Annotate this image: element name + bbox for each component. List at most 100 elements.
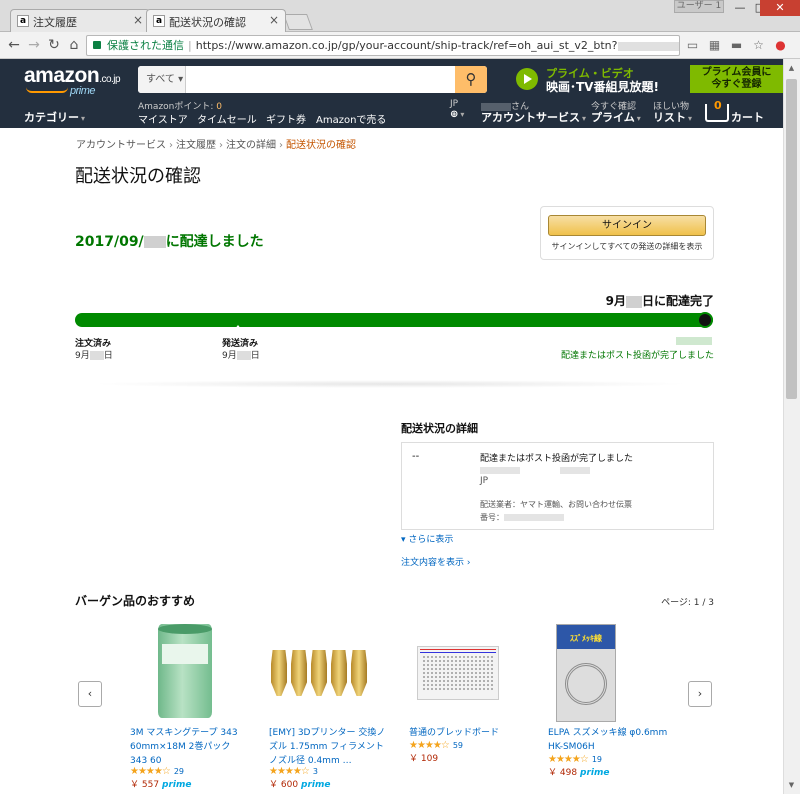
- redacted-day: [236, 351, 251, 360]
- extension-icon[interactable]: ▬: [730, 39, 743, 52]
- show-more-link[interactable]: ▾ さらに表示: [401, 532, 453, 545]
- cast-icon[interactable]: ▭: [686, 39, 699, 52]
- delivery-eta: 9月 日に配達完了: [606, 292, 714, 309]
- account-services-menu[interactable]: アカウントサービス ▾: [481, 109, 586, 125]
- back-icon[interactable]: ←: [6, 37, 22, 53]
- nozzle-image: [351, 650, 367, 696]
- category-menu[interactable]: カテゴリー ▾: [24, 109, 85, 125]
- star-icon[interactable]: ☆: [752, 39, 765, 52]
- nav-time-sale[interactable]: タイムセール: [197, 111, 257, 126]
- tab-order-history[interactable]: a 注文履歴 ×: [10, 9, 150, 32]
- wishlist-menu[interactable]: リスト ▾: [653, 109, 692, 125]
- reload-icon[interactable]: ↻: [46, 37, 62, 53]
- signin-button[interactable]: サインイン: [548, 215, 706, 236]
- breadcrumb-account-services[interactable]: アカウントサービス: [76, 140, 166, 151]
- search-category-select[interactable]: すべて ▾: [138, 66, 186, 93]
- scrollbar-thumb[interactable]: [786, 79, 797, 399]
- masking-tape-image: [158, 624, 212, 718]
- breadcrumb-current: 配送状況の確認: [286, 140, 356, 151]
- product-image[interactable]: [269, 620, 379, 720]
- product-image[interactable]: [409, 620, 519, 720]
- home-icon[interactable]: ⌂: [66, 37, 82, 53]
- view-order-link[interactable]: 注文内容を表示 ›: [401, 555, 470, 568]
- delivery-date-prefix: 2017/09/: [75, 234, 144, 250]
- globe-icon[interactable]: ⊕ ▾: [450, 109, 464, 120]
- nav-sell[interactable]: Amazonで売る: [316, 111, 386, 126]
- section-divider: [90, 380, 690, 388]
- product-card[interactable]: [EMY] 3Dプリンター 交換ノズル 1.75mm フィラメント ノズル径 0…: [269, 620, 389, 790]
- star-rating-icon: ★★★★☆: [409, 740, 450, 751]
- signin-note: サインインしてすべての発送の詳細を表示: [551, 242, 703, 251]
- step-ordered-date: 9月 日: [75, 348, 113, 361]
- secure-label: 保護された通信: [107, 39, 184, 52]
- tracking-details-title: 配送状況の詳細: [401, 422, 478, 435]
- adblock-icon[interactable]: ●: [774, 39, 787, 52]
- price-value: ￥ 498: [548, 768, 578, 778]
- redacted-day: [143, 236, 166, 248]
- shipped-marker-icon: [234, 325, 242, 330]
- search-input[interactable]: [188, 66, 453, 93]
- browser-toolbar: ← → ↻ ⌂ 保護された通信 | https://www.amazon.co.jp…: [0, 32, 800, 59]
- recommendations-title: バーゲン品のおすすめ: [75, 594, 196, 608]
- lock-icon: [93, 41, 101, 49]
- search-icon[interactable]: ⚲: [455, 66, 487, 93]
- extension-icon[interactable]: ▦: [708, 39, 721, 52]
- category-menu-label: カテゴリー: [24, 111, 79, 124]
- wishlist-menu-label: リスト: [653, 111, 686, 124]
- nozzle-image: [311, 650, 327, 696]
- price-value: ￥ 600: [269, 780, 299, 790]
- prime-video-banner[interactable]: プライム・ビデオ 映画･TV番組見放題! プライム会員に 今すぐ登録: [516, 65, 783, 95]
- scroll-down-icon[interactable]: ▼: [783, 777, 800, 794]
- prime-menu-label: プライム: [591, 111, 635, 124]
- show-more-label: さらに表示: [408, 535, 454, 545]
- product-price: ￥ 600 prime: [269, 777, 389, 790]
- window-close-icon[interactable]: ✕: [760, 0, 800, 16]
- close-tab-icon[interactable]: ×: [133, 13, 143, 27]
- prime-cta-line: 今すぐ登録: [711, 79, 762, 90]
- breadcrumb-order-details[interactable]: 注文の詳細: [226, 140, 276, 151]
- nav-gift-card[interactable]: ギフト券: [266, 111, 306, 126]
- product-rating[interactable]: ★★★★☆ 29: [130, 766, 250, 777]
- product-card[interactable]: 普通のブレッドボード ★★★★☆ 59 ￥ 109: [409, 620, 529, 764]
- event-country: JP: [480, 476, 489, 486]
- prime-video-tagline: 映画･TV番組見放題!: [546, 80, 659, 94]
- amazon-logo[interactable]: amazon.co.jp prime: [24, 64, 121, 97]
- new-tab-button[interactable]: [283, 14, 313, 30]
- review-count: 59: [452, 741, 464, 750]
- divider: |: [188, 39, 192, 52]
- product-image[interactable]: ｽｽﾞﾒｯｷ線: [548, 620, 658, 722]
- user-profile-button[interactable]: ユーザー 1: [674, 0, 724, 13]
- tab-ship-track[interactable]: a 配送状況の確認 ×: [146, 9, 286, 32]
- review-count: 19: [591, 755, 603, 764]
- product-rating[interactable]: ★★★★☆ 19: [548, 754, 668, 765]
- breadcrumb-order-history[interactable]: 注文履歴: [176, 140, 216, 151]
- carousel-prev-button[interactable]: ‹: [78, 681, 102, 707]
- prime-menu[interactable]: プライム ▾: [591, 109, 641, 125]
- close-tab-icon[interactable]: ×: [269, 13, 279, 27]
- logo-text: amazon: [24, 64, 100, 87]
- product-card[interactable]: ｽｽﾞﾒｯｷ線 ELPA スズメッキ線 φ0.6mm HK-SM06H ★★★★…: [548, 620, 668, 778]
- breadcrumb: アカウントサービス › 注文履歴 › 注文の詳細 › 配送状況の確認: [76, 140, 356, 151]
- product-image[interactable]: [130, 620, 240, 720]
- delivery-status: 2017/09/に配達しました: [75, 231, 264, 251]
- product-title[interactable]: [EMY] 3Dプリンター 交換ノズル 1.75mm フィラメント ノズル径 0…: [269, 726, 389, 768]
- tab-label: 注文履歴: [33, 16, 77, 29]
- minimize-icon[interactable]: —: [728, 0, 752, 16]
- product-rating[interactable]: ★★★★☆ 59: [409, 740, 529, 751]
- product-price: ￥ 109: [409, 751, 529, 764]
- nozzle-image: [331, 650, 347, 696]
- prime-signup-button[interactable]: プライム会員に 今すぐ登録: [690, 65, 783, 93]
- delivered-marker-icon: [697, 312, 713, 328]
- product-title[interactable]: 3M マスキングテープ 343 60mm×18M 2巻パック 343 60: [130, 726, 250, 768]
- account-services-label: アカウントサービス: [481, 111, 580, 124]
- forward-icon[interactable]: →: [26, 37, 42, 53]
- carousel-next-button[interactable]: ›: [688, 681, 712, 707]
- amazon-favicon-icon: a: [153, 15, 165, 27]
- address-bar[interactable]: 保護された通信 | https://www.amazon.co.jp/gp/your…: [86, 35, 680, 56]
- scroll-up-icon[interactable]: ▲: [783, 60, 800, 77]
- cart-label[interactable]: カート: [731, 109, 764, 125]
- nav-my-store[interactable]: マイストア: [138, 111, 188, 126]
- product-card[interactable]: 3M マスキングテープ 343 60mm×18M 2巻パック 343 60 ★★…: [130, 620, 250, 790]
- amazon-favicon-icon: a: [17, 15, 29, 27]
- step-delivered-note: 配達またはポスト投函が完了しました: [560, 351, 714, 361]
